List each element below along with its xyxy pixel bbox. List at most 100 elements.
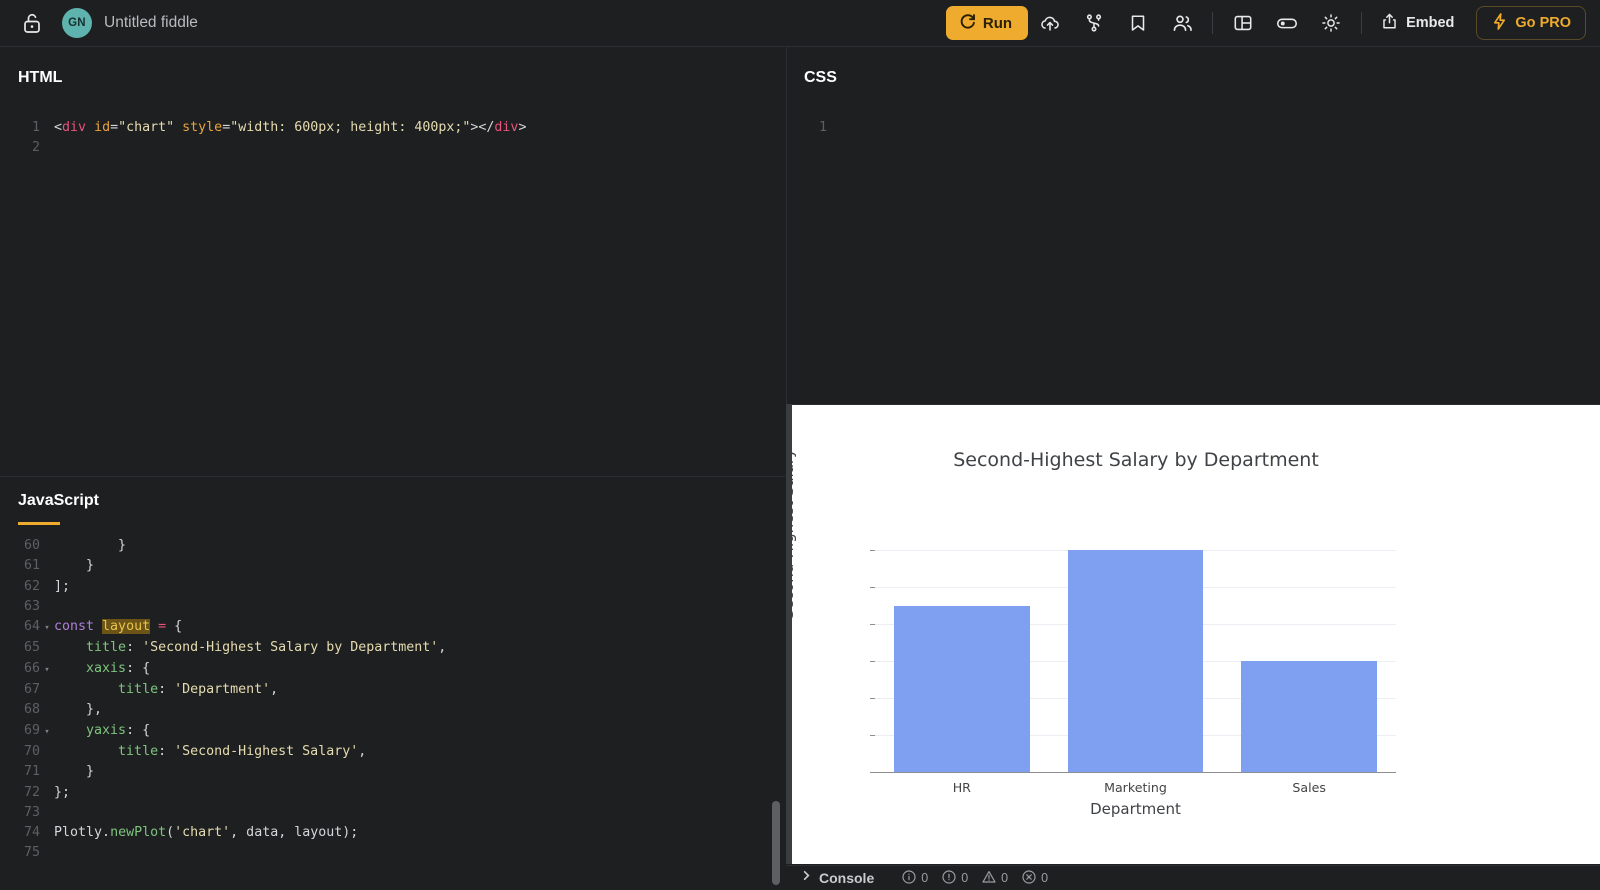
chart-bar[interactable]	[1241, 661, 1377, 772]
code-token: 'Department'	[174, 682, 271, 698]
result-panel-resizer[interactable]	[786, 404, 792, 864]
console-counter-value: 0	[1041, 871, 1049, 885]
page-title[interactable]: Untitled fiddle	[104, 14, 198, 32]
code-token: ,	[438, 640, 447, 656]
html-code-content[interactable]: 1 <div id="chart" style="width: 600px; he…	[10, 118, 526, 159]
y-axis-tick-mark	[870, 550, 875, 552]
refresh-icon	[959, 13, 976, 34]
toolbar-divider	[1212, 12, 1214, 34]
toolbar-divider-2	[1361, 12, 1363, 34]
avatar[interactable]: GN	[62, 8, 92, 38]
code-line: 62];	[10, 577, 446, 597]
css-editor-pane[interactable]: CSS 1	[786, 46, 1600, 404]
code-line: 64 ▾ const layout = {	[10, 617, 446, 638]
code-token: , data, layout);	[230, 825, 359, 841]
js-editor-pane[interactable]: JavaScript 60 } 61 } 62]; 63 64 ▾ const layou…	[0, 476, 785, 890]
code-token: 'Second-Highest Salary by Department'	[142, 640, 439, 656]
share-upload-icon	[1380, 12, 1399, 35]
code-token: >	[518, 120, 527, 135]
line-number: 68	[23, 702, 40, 718]
console-counter-value: 0	[921, 871, 929, 885]
y-axis-tick-mark	[870, 587, 875, 589]
y-axis-tick-mark	[870, 698, 875, 700]
code-token: ,	[358, 743, 367, 759]
console-counters: 0 0 0 0	[902, 869, 1049, 887]
js-editor-scrollbar[interactable]	[772, 801, 780, 885]
chart-title: Second-Highest Salary by Department	[953, 449, 1319, 471]
console-label: Console	[819, 870, 875, 886]
code-token: }	[54, 558, 95, 574]
line-number: 70	[23, 743, 40, 759]
code-token: .	[102, 825, 111, 841]
console-counter[interactable]: 0	[942, 869, 968, 887]
y-axis-tick-mark	[870, 661, 875, 663]
go-pro-button[interactable]: Go PRO	[1476, 6, 1586, 40]
code-token: (	[166, 825, 175, 841]
console-counter[interactable]: 0	[1022, 869, 1049, 887]
code-token: =	[158, 619, 167, 635]
code-line: 60 }	[10, 536, 446, 556]
lightning-bolt-icon	[1491, 12, 1508, 35]
fold-arrow-icon[interactable]: ▾	[40, 660, 54, 680]
line-number: 66	[23, 660, 40, 676]
fork-icon[interactable]	[1072, 3, 1116, 43]
fold-arrow-icon[interactable]: ▾	[40, 722, 54, 742]
js-code-content[interactable]: 60 } 61 } 62]; 63 64 ▾ const layout = {65 tit…	[10, 536, 446, 864]
console-bar[interactable]: Console 0 0 0 0	[786, 865, 1600, 890]
log-count-icon	[942, 869, 956, 887]
plotly-chart[interactable]: Second-Highest Salary by Department 020k…	[786, 405, 1600, 864]
chart-bar[interactable]	[1067, 550, 1204, 772]
code-token: "width: 600px; height: 400px;"	[230, 120, 471, 135]
html-pane-label: HTML	[18, 69, 63, 86]
code-line: 2	[10, 138, 526, 158]
code-token: "chart"	[118, 120, 175, 135]
cloud-upload-icon[interactable]	[1028, 3, 1072, 43]
html-editor-pane[interactable]: HTML 1 <div id="chart" style="width: 600p…	[0, 46, 785, 475]
panel-layout-icon[interactable]	[1221, 3, 1265, 43]
code-token: title	[118, 743, 159, 759]
code-token: newPlot	[110, 825, 167, 841]
code-token: =	[222, 120, 231, 135]
embed-button-label: Embed	[1406, 15, 1455, 31]
x-axis-title: Department	[1090, 800, 1181, 818]
code-token: title	[86, 640, 127, 656]
line-number: 74	[23, 825, 40, 841]
bookmark-icon[interactable]	[1116, 3, 1160, 43]
code-token: div	[494, 120, 519, 135]
line-number: 75	[23, 845, 40, 861]
code-line: 67 title: 'Department',	[10, 680, 446, 700]
info-count-icon	[902, 869, 916, 887]
code-token: },	[54, 702, 103, 718]
embed-button[interactable]: Embed	[1370, 3, 1464, 43]
code-token: :	[158, 743, 175, 759]
code-token: Plotly	[54, 825, 103, 841]
console-counter[interactable]: 0	[902, 869, 929, 887]
code-token: div	[62, 120, 87, 135]
code-token: :	[158, 682, 175, 698]
chevron-right-icon[interactable]	[800, 869, 813, 887]
x-axis-tick-label: HR	[952, 780, 971, 795]
code-token: style	[182, 120, 223, 135]
people-icon[interactable]	[1160, 3, 1204, 43]
code-token: 'chart'	[174, 825, 231, 841]
css-code-content[interactable]: 1	[797, 118, 849, 138]
sun-icon[interactable]	[1309, 3, 1353, 43]
code-token: ,	[270, 682, 279, 698]
y-axis-tick-mark	[870, 772, 875, 773]
chart-plot-area: 020k40k60k80k100k120kHRMarketingSales	[870, 532, 1396, 795]
chart-bar[interactable]	[894, 605, 1030, 772]
console-counter[interactable]: 0	[982, 870, 1008, 887]
code-line: 69 ▾ yaxis: {	[10, 721, 446, 742]
line-number: 61	[23, 558, 40, 574]
run-button[interactable]: Run	[945, 6, 1029, 40]
fold-arrow-icon[interactable]: ▾	[40, 618, 54, 638]
toggle-switch-icon[interactable]	[1265, 3, 1309, 43]
unlock-icon[interactable]	[16, 7, 48, 39]
line-number: 69	[23, 722, 40, 738]
toolbar-actions: Run Embed Go PRO	[945, 0, 1600, 46]
